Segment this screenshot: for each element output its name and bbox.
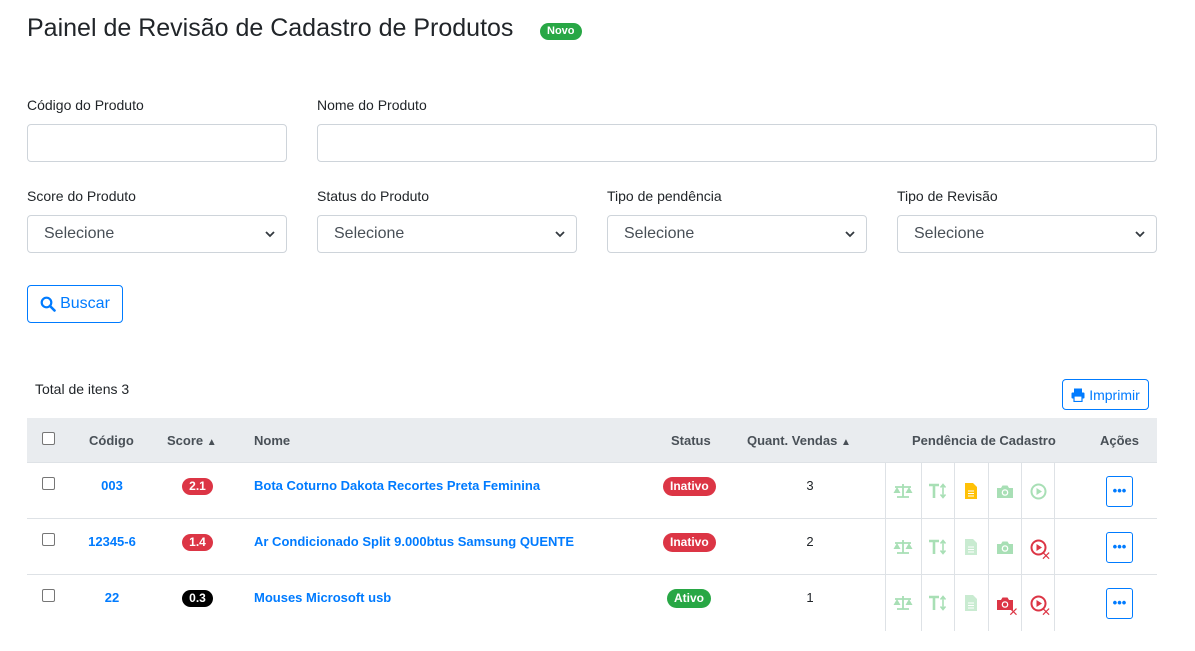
nome-label: Nome do Produto: [317, 97, 427, 113]
error-x-icon: ✕: [1008, 605, 1019, 619]
text-height-icon[interactable]: [920, 519, 955, 575]
row-quant-vendas: 3: [806, 478, 814, 493]
header-quant-vendas[interactable]: Quant. Vendas ▲︎: [747, 433, 851, 448]
row-nome-link[interactable]: Mouses Microsoft usb: [254, 590, 391, 605]
score-badge: 0.3: [182, 590, 213, 607]
pendencia-select[interactable]: Selecione: [607, 215, 867, 253]
row-nome-link[interactable]: Bota Coturno Dakota Recortes Preta Femin…: [254, 478, 540, 493]
table-row: 12345-6 1.4 Ar Condicionado Split 9.000b…: [27, 519, 1157, 575]
actions-button[interactable]: •••: [1106, 476, 1133, 507]
table-row: 22 0.3 Mouses Microsoft usb Ativo 1 ✕ ✕ …: [27, 575, 1157, 631]
row-quant-vendas: 2: [806, 534, 814, 549]
actions-button[interactable]: •••: [1106, 532, 1133, 563]
table-row: 003 2.1 Bota Coturno Dakota Recortes Pre…: [27, 463, 1157, 519]
error-x-icon: ✕: [1040, 549, 1052, 563]
camera-icon[interactable]: [987, 519, 1022, 575]
text-height-icon[interactable]: [920, 463, 955, 519]
sort-icon: ▲︎: [840, 437, 851, 448]
row-codigo-link[interactable]: 22: [72, 590, 152, 605]
codigo-input[interactable]: [27, 124, 287, 162]
row-checkbox[interactable]: [42, 477, 55, 490]
header-acoes: Ações: [1100, 433, 1140, 448]
new-badge: Novo: [540, 23, 582, 40]
status-badge: Ativo: [667, 589, 711, 608]
chevron-down-icon: [555, 231, 565, 238]
row-nome-link[interactable]: Ar Condicionado Split 9.000btus Samsung …: [254, 534, 574, 549]
header-quant-vendas-label: Quant. Vendas: [747, 433, 838, 448]
play-circle-error-icon[interactable]: ✕: [1021, 575, 1056, 631]
print-button-label: Imprimir: [1089, 386, 1140, 403]
print-icon: [1071, 388, 1085, 402]
file-icon[interactable]: [954, 519, 988, 575]
pendencia-cells: [885, 463, 1056, 519]
row-codigo-link[interactable]: 12345-6: [72, 534, 152, 549]
header-status[interactable]: Status: [671, 433, 711, 448]
score-select-value: Selecione: [44, 225, 115, 242]
revisao-label: Tipo de Revisão: [897, 188, 998, 204]
header-score-label: Score: [167, 433, 204, 448]
header-nome[interactable]: Nome: [254, 433, 290, 448]
chevron-down-icon: [845, 231, 855, 238]
revisao-select[interactable]: Selecione: [897, 215, 1157, 253]
balance-scale-icon[interactable]: [885, 575, 921, 631]
header-pendencia: Pendência de Cadastro: [912, 433, 1056, 448]
chevron-down-icon: [265, 231, 275, 238]
status-select-value: Selecione: [334, 225, 405, 242]
play-circle-error-icon[interactable]: ✕: [1021, 519, 1056, 575]
file-icon[interactable]: [954, 463, 988, 519]
row-checkbox[interactable]: [42, 533, 55, 546]
camera-icon[interactable]: [987, 463, 1022, 519]
play-circle-icon[interactable]: [1021, 463, 1056, 519]
score-select[interactable]: Selecione: [27, 215, 287, 253]
total-items: Total de itens 3: [35, 381, 130, 397]
chevron-down-icon: [1135, 231, 1145, 238]
error-x-icon: ✕: [1040, 605, 1052, 619]
score-badge: 2.1: [182, 478, 213, 495]
status-label: Status do Produto: [317, 188, 430, 204]
status-badge: Inativo: [663, 477, 716, 496]
file-icon[interactable]: [954, 575, 988, 631]
balance-scale-icon[interactable]: [885, 463, 921, 519]
pendencia-select-value: Selecione: [624, 225, 695, 242]
page-title: Painel de Revisão de Cadastro de Produto…: [27, 14, 514, 42]
header-score[interactable]: Score ▲︎: [167, 433, 217, 448]
search-icon: [40, 296, 56, 312]
nome-input[interactable]: [317, 124, 1157, 162]
score-label: Score do Produto: [27, 188, 136, 204]
text-height-icon[interactable]: [920, 575, 955, 631]
print-button[interactable]: Imprimir: [1062, 379, 1149, 410]
pendencia-cells: ✕ ✕: [885, 575, 1056, 631]
codigo-label: Código do Produto: [27, 97, 144, 113]
sort-icon: ▲︎: [206, 437, 217, 448]
balance-scale-icon[interactable]: [885, 519, 921, 575]
revisao-select-value: Selecione: [914, 225, 985, 242]
camera-error-icon[interactable]: ✕: [987, 575, 1022, 631]
pendencia-label: Tipo de pendência: [607, 188, 722, 204]
score-badge: 1.4: [182, 534, 213, 551]
row-quant-vendas: 1: [806, 590, 814, 605]
search-button-label: Buscar: [60, 295, 110, 312]
row-codigo-link[interactable]: 003: [72, 478, 152, 493]
pendencia-cells: ✕: [885, 519, 1056, 575]
select-all-checkbox[interactable]: [42, 432, 55, 445]
search-button[interactable]: Buscar: [27, 285, 123, 323]
table-header: Código Score ▲︎ Nome Status Quant. Venda…: [27, 418, 1157, 463]
row-checkbox[interactable]: [42, 589, 55, 602]
actions-button[interactable]: •••: [1106, 588, 1133, 619]
status-select[interactable]: Selecione: [317, 215, 577, 253]
header-codigo[interactable]: Código: [89, 433, 134, 448]
status-badge: Inativo: [663, 533, 716, 552]
